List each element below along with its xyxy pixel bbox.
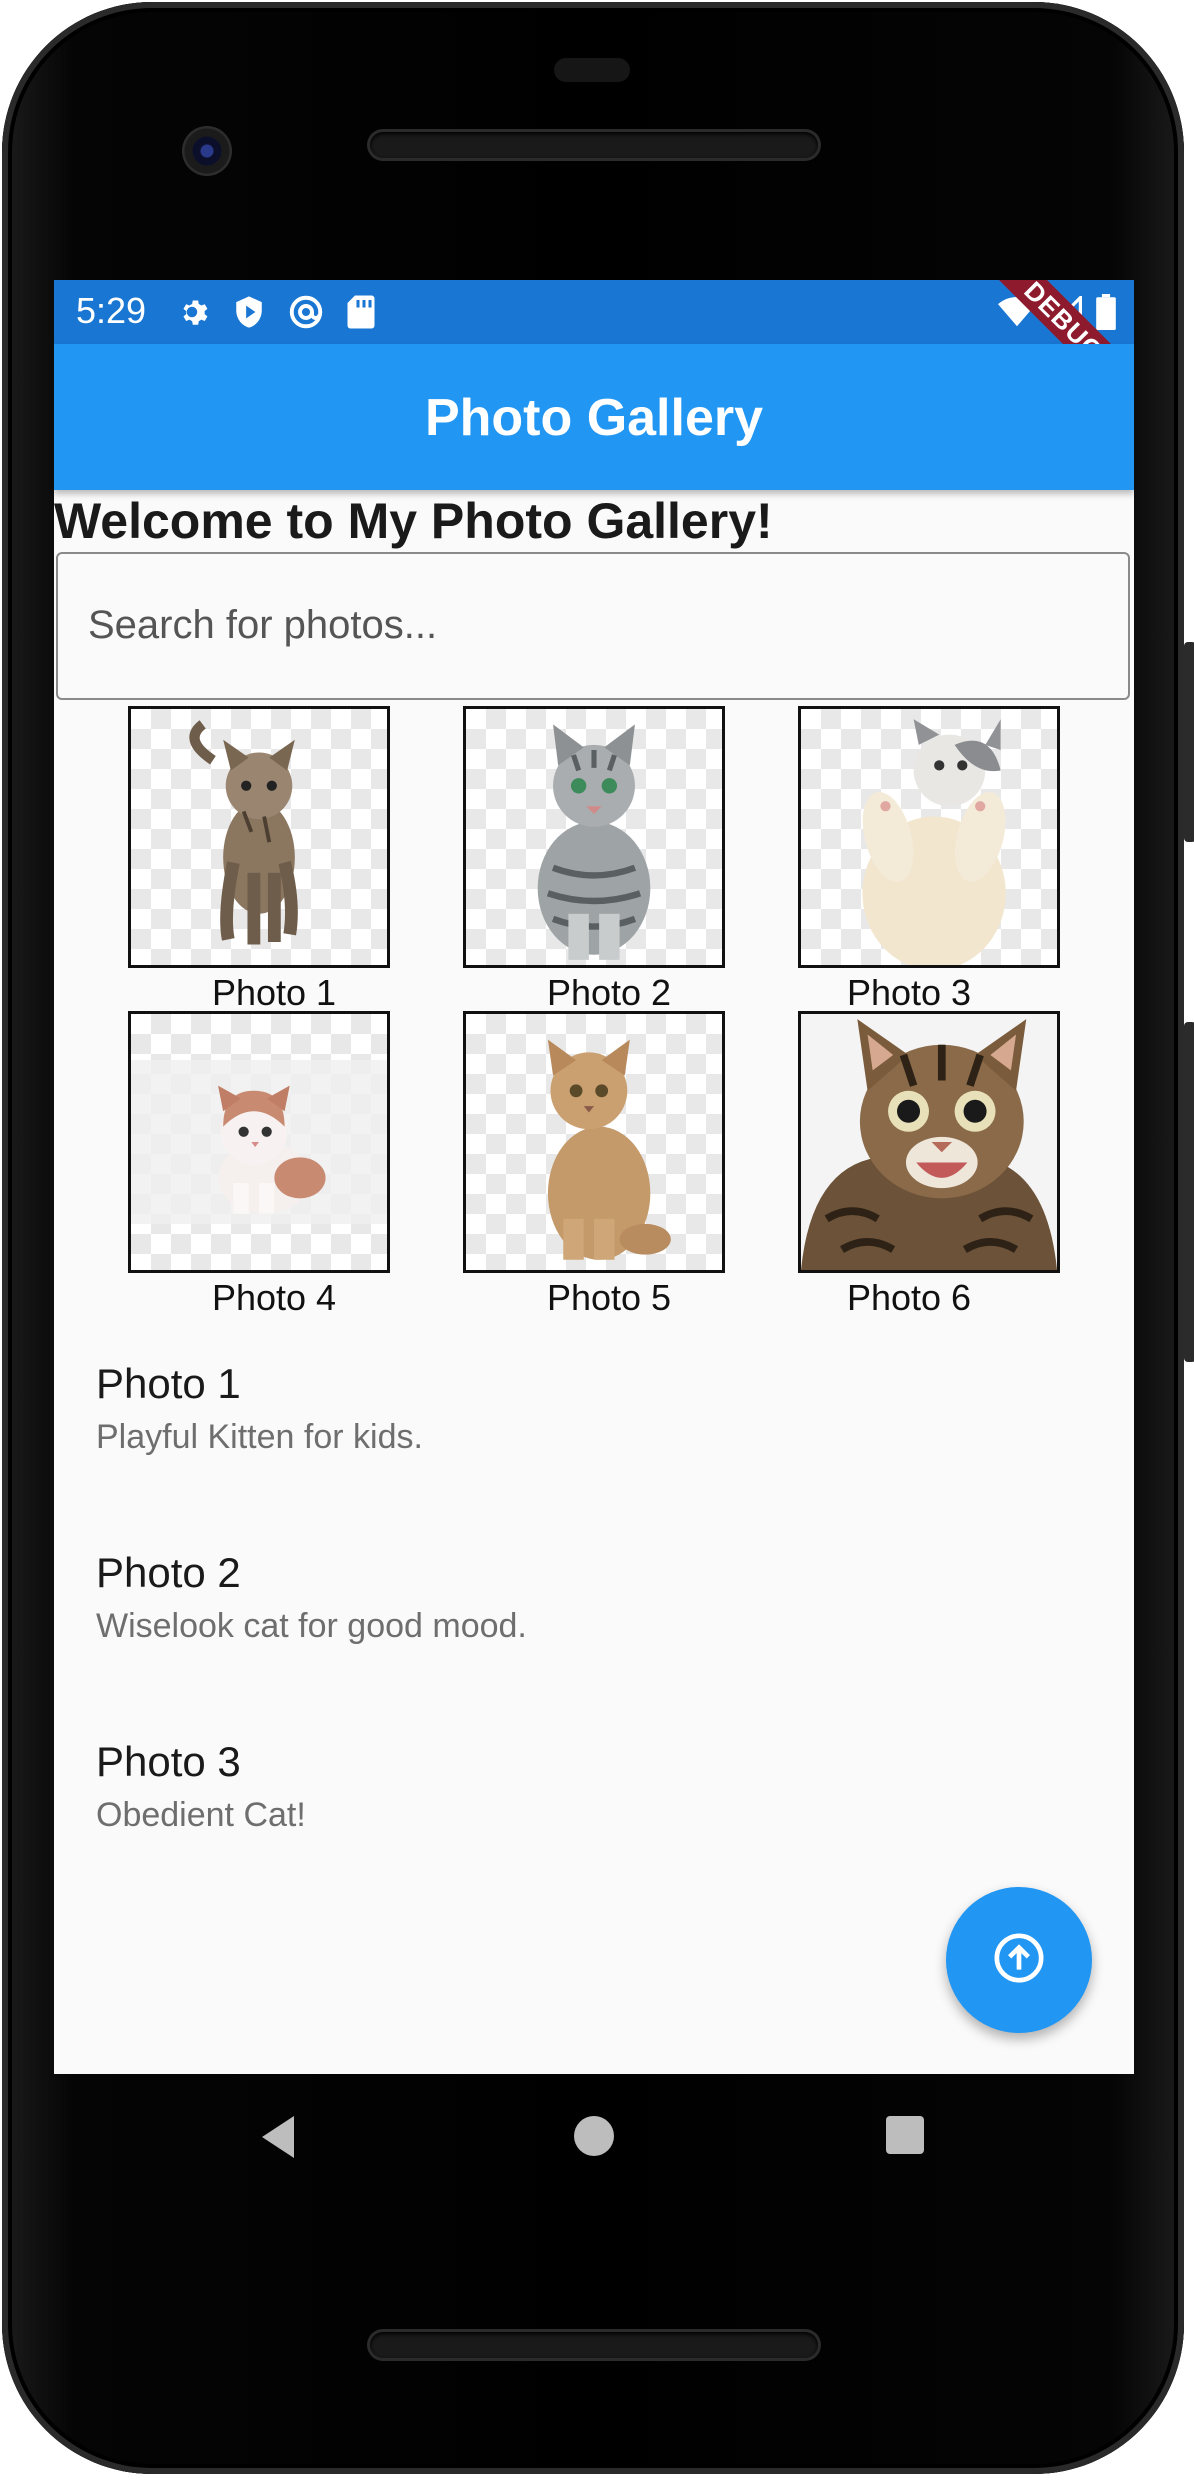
gallery-caption: Photo 3 [846, 972, 972, 1013]
volume-button [1184, 1022, 1194, 1362]
gallery-item-2[interactable]: Photo 2 [463, 706, 725, 1014]
cream-kitten-sitting-image[interactable] [463, 1011, 725, 1273]
back-triangle-icon[interactable] [258, 2114, 298, 2165]
at-sign-icon [288, 294, 324, 330]
system-nav-bar [54, 2074, 1134, 2204]
sd-card-icon [346, 294, 376, 330]
search-field[interactable] [56, 552, 1130, 700]
arrow-up-circle-icon [991, 1930, 1047, 1991]
list-item[interactable]: Photo 2 Wiselook cat for good mood. [96, 1549, 527, 1646]
list-item-subtitle: Wiselook cat for good mood. [96, 1607, 527, 1645]
gallery-item-1[interactable]: Photo 1 [128, 706, 390, 1014]
status-time: 5:29 [76, 290, 147, 331]
welcome-heading: Welcome to My Photo Gallery! [54, 493, 773, 549]
list-item-title: Photo 3 [96, 1738, 241, 1785]
gallery-item-6[interactable]: Photo 6 [798, 1011, 1060, 1319]
tabby-kitten-walking-image[interactable] [128, 706, 390, 968]
battery-icon [1096, 294, 1116, 330]
gallery-caption: Photo 1 [211, 972, 337, 1013]
list-item-title: Photo 1 [96, 1360, 241, 1407]
list-item[interactable]: Photo 3 Obedient Cat! [96, 1738, 306, 1835]
gallery-item-4[interactable]: Photo 4 [128, 1011, 390, 1319]
power-button [1184, 642, 1194, 842]
scroll-to-top-button[interactable] [946, 1887, 1092, 2033]
ginger-white-kitten-image[interactable] [128, 1011, 390, 1273]
gallery-item-3[interactable]: Photo 3 [798, 706, 1060, 1014]
screen: 5:29 DEBUG Photo Gallery Welcome to My P… [54, 280, 1134, 2074]
smiling-tabby-cat-image[interactable] [798, 1011, 1060, 1273]
top-speaker [370, 132, 818, 158]
search-input[interactable] [86, 594, 1090, 656]
silver-tabby-cat-sitting-image[interactable] [463, 706, 725, 968]
phone-frame: 5:29 DEBUG Photo Gallery Welcome to My P… [2, 2, 1194, 2474]
gallery-caption: Photo 5 [546, 1277, 672, 1318]
recents-square-icon[interactable] [884, 2114, 926, 2161]
home-circle-icon[interactable] [572, 2114, 616, 2163]
gallery-item-5[interactable]: Photo 5 [463, 1011, 725, 1319]
gallery-caption: Photo 2 [546, 972, 672, 1013]
list-item-subtitle: Obedient Cat! [96, 1796, 306, 1834]
list-item[interactable]: Photo 1 Playful Kitten for kids. [96, 1360, 423, 1457]
gallery-caption: Photo 6 [846, 1277, 972, 1318]
gallery-caption: Photo 4 [211, 1277, 337, 1318]
status-bar: 5:29 DEBUG [54, 280, 1134, 425]
shield-play-icon [232, 294, 266, 330]
app-title: Photo Gallery [424, 389, 764, 447]
white-grey-cat-reaching-up-image[interactable] [798, 706, 1060, 968]
settings-gear-icon [174, 294, 210, 330]
front-camera [182, 126, 232, 176]
list-item-subtitle: Playful Kitten for kids. [96, 1418, 423, 1456]
list-item-title: Photo 2 [96, 1549, 241, 1596]
bottom-speaker [370, 2332, 818, 2358]
app-bar: Photo Gallery [54, 344, 1134, 490]
earpiece [554, 58, 630, 82]
